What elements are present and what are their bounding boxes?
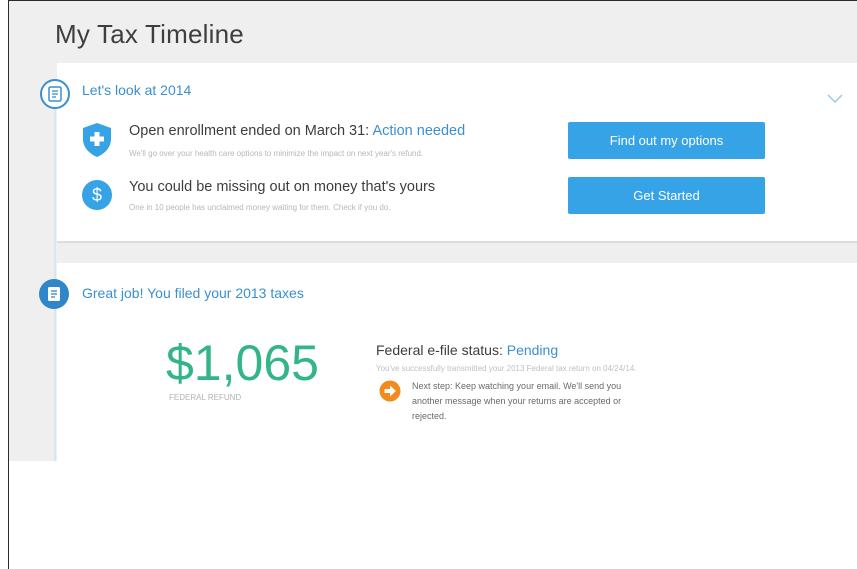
chevron-down-icon[interactable] [827,91,843,109]
dollar-icon: $ [81,179,113,211]
refund-label: FEDERAL REFUND [169,393,242,402]
unclaimed-money-title: You could be missing out on money that's… [129,179,436,195]
timeline-canvas: My Tax Timeline Let's look at 2014 Open … [9,1,857,461]
arrow-right-icon [379,380,401,407]
unclaimed-money-subtitle: One in 10 people has unclaimed money wai… [129,203,391,212]
document-icon [40,79,70,109]
enrollment-title: Open enrollment ended on March 31: Actio… [129,123,465,139]
svg-text:$: $ [92,185,102,205]
refund-amount: $1,065 [166,335,319,391]
shield-plus-icon [81,122,113,157]
section-title-2013[interactable]: Great job! You filed your 2013 taxes [82,285,304,301]
get-started-button[interactable]: Get Started [568,177,765,214]
page-title: My Tax Timeline [55,19,244,49]
enrollment-subtitle: We'll go over your health care options t… [129,149,424,158]
enrollment-title-text: Open enrollment ended on March 31: [129,123,373,139]
efile-subtitle: You've successfully transmitted your 201… [376,364,637,373]
section-title-2014[interactable]: Let's look at 2014 [82,82,191,98]
efile-status-value[interactable]: Pending [507,342,558,358]
efile-status: Federal e-file status: Pending [376,342,558,358]
find-options-button[interactable]: Find out my options [568,122,765,159]
timeline-line [54,79,56,461]
action-needed-link[interactable]: Action needed [372,123,465,139]
document-icon [39,279,69,309]
efile-status-label: Federal e-file status: [376,342,507,358]
next-step-text: Next step: Keep watching your email. We'… [412,381,622,421]
